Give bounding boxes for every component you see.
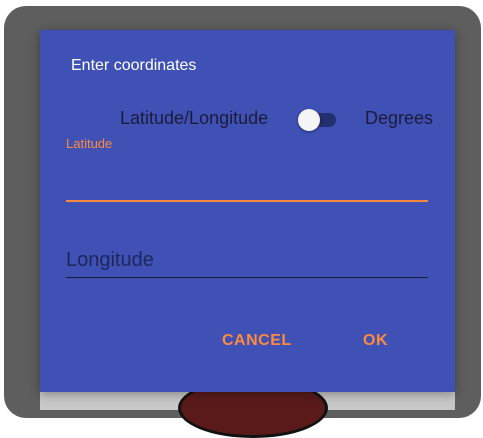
- longitude-input[interactable]: [66, 244, 428, 276]
- latitude-underline: [66, 200, 428, 202]
- dialog-actions: CANCEL OK: [40, 328, 455, 358]
- format-toggle-row: Latitude/Longitude Degrees: [120, 106, 440, 132]
- format-switch[interactable]: [298, 109, 338, 131]
- longitude-field: [66, 238, 428, 278]
- longitude-underline: [66, 277, 428, 278]
- coordinates-dialog: Enter coordinates Latitude/Longitude Deg…: [40, 30, 455, 392]
- latitude-input[interactable]: [66, 168, 428, 200]
- toggle-label-lat-lon: Latitude/Longitude: [120, 108, 269, 128]
- dialog-title: Enter coordinates: [71, 57, 197, 74]
- toggle-label-degrees: Degrees: [365, 108, 434, 128]
- ok-button[interactable]: OK: [357, 328, 394, 354]
- latitude-field: Latitude: [66, 136, 428, 202]
- switch-thumb: [298, 109, 320, 131]
- cancel-button[interactable]: CANCEL: [216, 328, 298, 354]
- latitude-label: Latitude: [66, 136, 113, 151]
